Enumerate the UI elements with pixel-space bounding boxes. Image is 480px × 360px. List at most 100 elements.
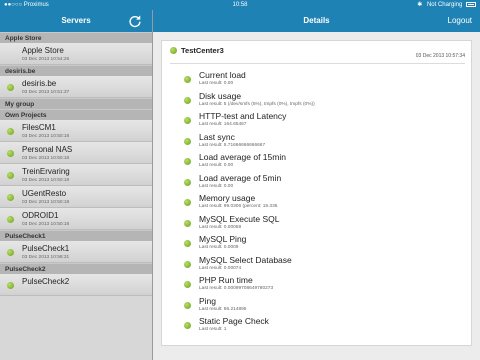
check-name: Load average of 5min (199, 172, 282, 183)
check-name: MySQL Ping (199, 234, 247, 244)
check-result: Last result: 0.00099708649780273 (199, 286, 274, 291)
server-date: 03 Dec 2013 10:50:18 (22, 222, 70, 227)
details-navbar: Details Logout (153, 10, 480, 32)
server-item[interactable]: ODROID1 03 Dec 2013 10:50:18 (0, 208, 152, 230)
servers-navbar: Servers (0, 10, 152, 32)
server-date: 03 Dec 2013 10:50:18 (22, 134, 70, 139)
check-item[interactable]: MySQL Ping Last result: 0.0009 (162, 234, 471, 255)
details-title: Details (303, 16, 330, 25)
check-item[interactable]: Disk usage Last result: 5 (/dev/smfs (5%… (162, 90, 471, 112)
clock-label: 10:58 (232, 2, 248, 8)
status-ok-icon (7, 172, 14, 179)
check-item[interactable]: Last sync Last result: 5.71666666666667 (162, 131, 471, 153)
check-list[interactable]: Current load Last result: 0.00 Disk usag… (162, 70, 471, 337)
server-item[interactable]: PulseCheck1 03 Dec 2013 10:58:31 (0, 241, 152, 263)
server-timestamp: 03 Dec 2013 10:57:34 (415, 53, 465, 59)
status-ok-icon (7, 84, 14, 91)
server-name: Apple Store (22, 46, 64, 55)
check-name: Current load (199, 70, 246, 80)
check-name: PHP Run time (199, 275, 253, 285)
refresh-icon[interactable] (128, 14, 142, 28)
status-ok-icon (184, 322, 191, 329)
logout-button[interactable]: Logout (448, 10, 472, 32)
status-ok-icon (184, 158, 191, 165)
check-name: HTTP-test and Latency (199, 111, 287, 121)
check-item[interactable]: Load average of 5min Last result: 0.00 (162, 172, 471, 194)
status-ok-icon (184, 178, 191, 186)
status-ok-icon (184, 219, 191, 227)
server-detail-card[interactable]: TestCenter3 03 Dec 2013 10:57:34 Current… (161, 40, 472, 346)
check-result: Last result: 86.214895 (199, 306, 247, 312)
group-header: Own Projects (0, 109, 152, 120)
server-title: TestCenter3 (181, 46, 224, 55)
battery-text: Not Charging (426, 2, 463, 8)
server-item[interactable]: UGentResto 03 Dec 2013 10:50:18 (0, 186, 152, 208)
server-date: 03 Dec 2013 10:50:18 (22, 200, 70, 205)
check-result: Last result: 164.65467 (199, 122, 247, 127)
status-ok-icon (184, 240, 191, 247)
server-name: Personal NAS (22, 145, 73, 154)
server-name: TreinErvaring (22, 167, 70, 176)
server-date: 03 Dec 2013 10:51:37 (22, 90, 70, 95)
server-name: PulseCheck1 (22, 244, 70, 253)
server-item[interactable]: Personal NAS 03 Dec 2013 10:50:18 (0, 142, 152, 164)
card-header: TestCenter3 03 Dec 2013 10:57:34 (162, 41, 471, 63)
check-item[interactable]: Static Page Check Last result: 1 (162, 316, 471, 337)
server-name: UGentResto (22, 189, 67, 198)
status-ok-icon (184, 260, 191, 268)
server-date: 03 Dec 2013 10:50:18 (22, 156, 70, 161)
status-ok-icon (184, 96, 191, 104)
server-list[interactable]: Apple Store Apple Store 03 Dec 2013 10:5… (0, 32, 152, 360)
status-ok-icon (184, 199, 191, 206)
status-ok-icon (184, 117, 191, 124)
status-ok-icon (184, 137, 191, 145)
server-item[interactable]: FilesCM1 03 Dec 2013 10:50:18 (0, 120, 152, 142)
check-name: MySQL Select Database (199, 254, 292, 265)
server-item[interactable]: PulseCheck2 (0, 274, 152, 296)
server-name: desiris.be (22, 79, 57, 88)
check-result: Last result: 0.00 (199, 163, 234, 168)
check-item[interactable]: PHP Run time Last result: 0.000997086497… (162, 275, 471, 296)
group-header: PulseCheck2 (0, 263, 152, 274)
check-item[interactable]: HTTP-test and Latency Last result: 164.6… (162, 111, 471, 132)
check-item[interactable]: MySQL Select Database Last result: 0.000… (162, 254, 471, 276)
server-name: FilesCM1 (22, 123, 56, 132)
group-header: PulseCheck1 (0, 230, 152, 241)
check-name: Memory usage (199, 193, 256, 203)
check-result: Last result: 0.0009 (199, 245, 239, 250)
server-item[interactable]: desiris.be 03 Dec 2013 10:51:37 (0, 76, 152, 98)
check-item[interactable]: Load average of 15min Last result: 0.00 (162, 152, 471, 173)
server-date: 03 Dec 2013 10:58:31 (22, 255, 70, 260)
check-item[interactable]: MySQL Execute SQL Last result: 0.00058 (162, 213, 471, 235)
group-header: desiris.be (0, 65, 152, 76)
check-name: Static Page Check (199, 316, 269, 326)
group-header: My group (0, 98, 152, 109)
server-item[interactable]: Apple Store 03 Dec 2013 10:54:26 (0, 43, 152, 65)
status-ok-icon (170, 47, 177, 54)
bluetooth-icon: ✱ (417, 2, 423, 8)
server-date: 03 Dec 2013 10:54:26 (22, 57, 70, 62)
details-panel: TestCenter3 03 Dec 2013 10:57:34 Current… (153, 32, 480, 360)
check-item[interactable]: Memory usage Last result: 99.0306 (perce… (162, 193, 471, 214)
header-divider (170, 63, 465, 64)
status-ok-icon (7, 128, 14, 135)
status-ok-icon (7, 194, 14, 201)
battery-icon (466, 1, 476, 7)
check-item[interactable]: Ping Last result: 86.214895 (162, 296, 471, 317)
server-item[interactable]: TreinErvaring 03 Dec 2013 10:50:18 (0, 164, 152, 186)
check-result: Last result: 0.00058 (199, 224, 242, 230)
status-ok-icon (184, 281, 191, 288)
check-name: MySQL Execute SQL (199, 213, 280, 224)
check-result: Last result: 5.71666666666667 (199, 142, 266, 148)
status-ok-icon (7, 249, 14, 256)
check-result: Last result: 0.00 (199, 183, 234, 189)
check-name: Disk usage (199, 90, 242, 101)
check-result: Last result: 1 (199, 327, 227, 332)
battery-status: ✱ Not Charging (417, 0, 476, 10)
group-header: Apple Store (0, 32, 152, 43)
check-name: Load average of 15min (199, 152, 286, 162)
status-bar: ●●○○○ Proximus 10:58 ✱ Not Charging (0, 0, 480, 10)
check-name: Last sync (199, 131, 235, 142)
check-item[interactable]: Current load Last result: 0.00 (162, 70, 471, 91)
check-result: Last result: 0.00074 (199, 265, 242, 271)
